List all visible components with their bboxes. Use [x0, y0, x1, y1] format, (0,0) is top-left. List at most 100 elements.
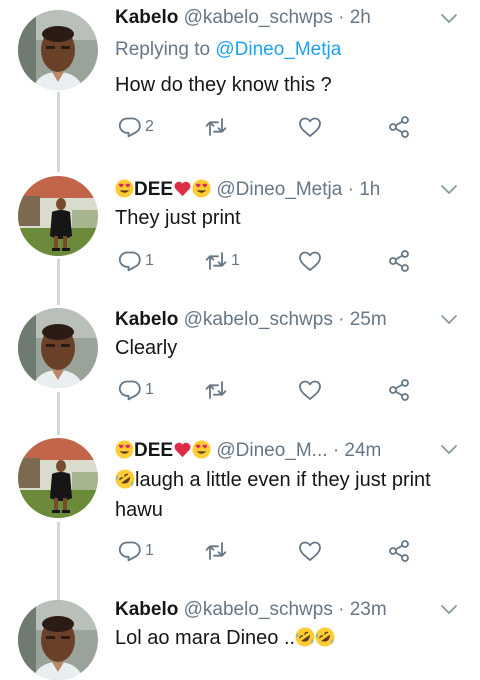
heart-eyes-emoji-icon	[192, 179, 211, 198]
tweet-item[interactable]: DEE @Dineo_M... · 24m laugh a little eve…	[0, 430, 480, 590]
chevron-down-icon[interactable]	[440, 444, 458, 456]
retweet-icon	[204, 249, 228, 273]
reply-icon	[118, 115, 142, 139]
reply-count: 1	[145, 381, 154, 398]
author-handle[interactable]: @kabelo_schwps	[184, 599, 333, 620]
tweet-text: How do they know this ?	[115, 74, 332, 96]
red-heart-emoji-icon	[173, 179, 192, 198]
share-button[interactable]	[387, 112, 411, 142]
heart-icon	[298, 249, 322, 273]
reply-icon	[118, 378, 142, 402]
heart-eyes-emoji-icon	[115, 440, 134, 459]
reply-button[interactable]: 1	[118, 375, 154, 405]
replying-to-line: Replying to @Dineo_Metja	[115, 38, 341, 62]
share-button[interactable]	[387, 536, 411, 566]
red-heart-emoji-icon	[173, 440, 192, 459]
author-name-text: DEE	[134, 440, 174, 461]
reply-button[interactable]: 1	[118, 536, 154, 566]
retweet-count: 1	[231, 252, 240, 269]
retweet-button[interactable]: 1	[204, 246, 240, 276]
reply-icon	[118, 249, 142, 273]
author-name[interactable]: Kabelo	[115, 599, 178, 620]
separator-dot: ·	[347, 179, 354, 200]
tweet-item[interactable]: Kabelo @kabelo_schwps · 2h Replying to @…	[0, 0, 480, 160]
rolling-laughing-emoji-icon	[295, 627, 315, 647]
author-name-text: DEE	[134, 179, 174, 200]
avatar[interactable]	[18, 308, 98, 388]
retweet-icon	[204, 539, 228, 563]
tweet-text: They just print	[115, 207, 241, 229]
tweet-text-line2: hawu	[115, 499, 163, 521]
action-bar: 1 1	[115, 246, 435, 276]
tweet-text-line: laugh a little even if they just print	[115, 465, 450, 495]
retweet-icon	[204, 378, 228, 402]
share-icon	[387, 539, 411, 563]
tweet-text-content: Lol ao mara Dineo ..	[115, 627, 296, 649]
author-name[interactable]: DEE	[115, 179, 211, 200]
author-handle[interactable]: @Dineo_Metja	[216, 179, 342, 200]
like-button[interactable]	[298, 536, 322, 566]
retweet-icon	[204, 115, 228, 139]
author-name[interactable]: Kabelo	[115, 7, 178, 28]
share-button[interactable]	[387, 375, 411, 405]
like-button[interactable]	[298, 246, 322, 276]
timestamp[interactable]: 2h	[350, 7, 371, 28]
heart-eyes-emoji-icon	[192, 440, 211, 459]
reply-icon	[118, 539, 142, 563]
heart-icon	[298, 378, 322, 402]
replying-prefix: Replying to	[115, 39, 211, 60]
tweet-text: laugh a little even if they just print h…	[115, 465, 450, 525]
tweet-item[interactable]: DEE @Dineo_Metja · 1h They just print 1 …	[0, 170, 480, 295]
share-button[interactable]	[387, 246, 411, 276]
tweet-item[interactable]: Kabelo @kabelo_schwps · 23m Lol ao mara …	[0, 592, 480, 663]
chevron-down-icon[interactable]	[440, 604, 458, 616]
reply-thread: Kabelo @kabelo_schwps · 2h Replying to @…	[0, 0, 480, 663]
avatar[interactable]	[18, 10, 98, 90]
author-handle[interactable]: @kabelo_schwps	[184, 309, 333, 330]
rolling-laughing-emoji-icon	[115, 469, 135, 489]
separator-dot: ·	[338, 309, 345, 330]
chevron-down-icon[interactable]	[440, 314, 458, 326]
author-handle[interactable]: @kabelo_schwps	[184, 7, 333, 28]
share-icon	[387, 249, 411, 273]
author-name[interactable]: Kabelo	[115, 309, 178, 330]
action-bar: 2	[115, 112, 435, 142]
heart-eyes-emoji-icon	[115, 179, 134, 198]
tweet-header: DEE @Dineo_M... · 24m	[115, 439, 440, 463]
rolling-laughing-emoji-icon	[315, 627, 335, 647]
separator-dot: ·	[338, 7, 345, 28]
reply-button[interactable]: 2	[118, 112, 154, 142]
action-bar: 1	[115, 536, 435, 566]
tweet-header: DEE @Dineo_Metja · 1h	[115, 178, 440, 202]
chevron-down-icon[interactable]	[440, 184, 458, 196]
author-name[interactable]: DEE	[115, 440, 211, 461]
heart-icon	[298, 539, 322, 563]
action-bar: 1	[115, 375, 435, 405]
chevron-down-icon[interactable]	[440, 13, 458, 25]
reply-button[interactable]: 1	[118, 246, 154, 276]
avatar[interactable]	[18, 438, 98, 518]
timestamp[interactable]: 25m	[350, 309, 387, 330]
timestamp[interactable]: 1h	[359, 179, 380, 200]
retweet-button[interactable]	[204, 112, 228, 142]
avatar[interactable]	[18, 600, 98, 680]
tweet-text-line1: laugh a little even if they just print	[135, 469, 431, 491]
retweet-button[interactable]	[204, 375, 228, 405]
like-button[interactable]	[298, 375, 322, 405]
reply-count: 1	[145, 252, 154, 269]
tweet-item[interactable]: Kabelo @kabelo_schwps · 25m Clearly 1	[0, 300, 480, 425]
share-icon	[387, 378, 411, 402]
like-button[interactable]	[298, 112, 322, 142]
tweet-header: Kabelo @kabelo_schwps · 2h	[115, 6, 440, 30]
author-handle[interactable]: @Dineo_M...	[216, 440, 327, 461]
mention-link[interactable]: @Dineo_Metja	[215, 39, 341, 60]
avatar[interactable]	[18, 176, 98, 256]
retweet-button[interactable]	[204, 536, 228, 566]
separator-dot: ·	[332, 440, 340, 461]
reply-count: 1	[145, 542, 154, 559]
reply-count: 2	[145, 118, 154, 135]
share-icon	[387, 115, 411, 139]
timestamp[interactable]: 24m	[344, 440, 381, 461]
timestamp[interactable]: 23m	[350, 599, 387, 620]
separator-dot: ·	[338, 599, 345, 620]
